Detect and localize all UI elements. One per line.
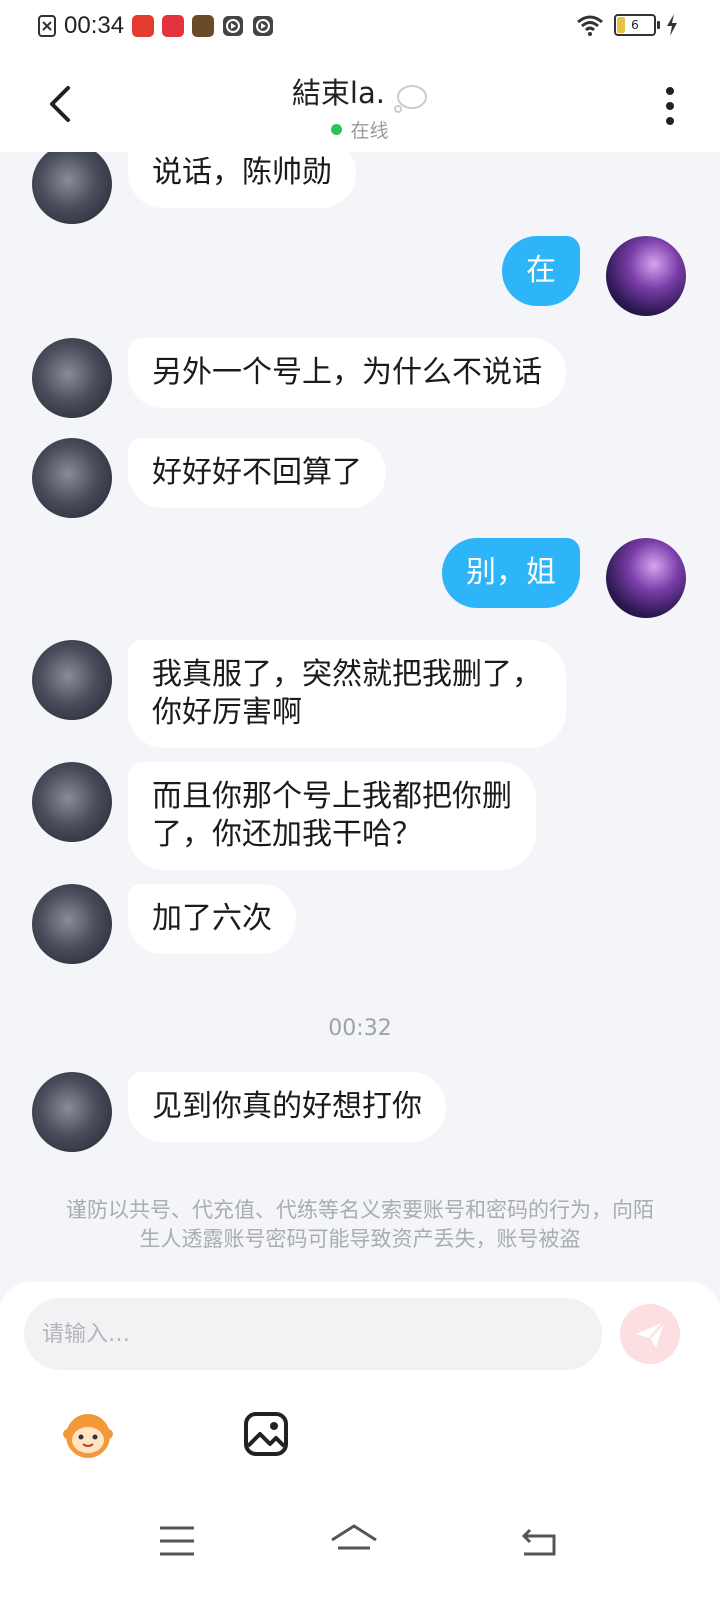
online-dot-icon bbox=[331, 123, 343, 135]
charging-icon bbox=[667, 14, 677, 36]
play-notification-icon bbox=[223, 16, 244, 36]
app-notification-icon bbox=[132, 15, 155, 37]
message-bubble[interactable]: 而且你那个号上我都把你删 了，你还加我干哈？ bbox=[128, 762, 536, 870]
message-bubble[interactable]: 另外一个号上，为什么不说话 bbox=[128, 338, 566, 408]
my-avatar[interactable] bbox=[606, 538, 686, 618]
sim-icon bbox=[38, 15, 56, 37]
security-notice: 谨防以共号、代充值、代练等名义索要账号和密码的行为，向陌生人透露账号密码可能导致… bbox=[66, 1198, 654, 1251]
message-bubble[interactable]: 在 bbox=[502, 236, 580, 306]
contact-avatar[interactable] bbox=[32, 1072, 112, 1152]
presence-label: 在线 bbox=[350, 119, 389, 142]
home-icon[interactable] bbox=[324, 1516, 384, 1566]
contact-name[interactable]: 結束la. bbox=[292, 76, 385, 110]
my-avatar[interactable] bbox=[606, 236, 686, 316]
message-input[interactable] bbox=[24, 1298, 602, 1370]
message-bubble[interactable]: 别，姐 bbox=[442, 538, 580, 608]
message-bubble[interactable]: 好好好不回算了 bbox=[128, 438, 386, 508]
app-notification-icon bbox=[162, 15, 185, 37]
message-bubble[interactable]: 加了六次 bbox=[128, 884, 296, 954]
message-timestamp: 00:32 bbox=[328, 1016, 392, 1041]
thought-bubble-icon bbox=[394, 84, 428, 113]
contact-avatar[interactable] bbox=[32, 338, 112, 418]
presence-status: 在线 bbox=[0, 116, 720, 143]
contact-avatar[interactable] bbox=[32, 438, 112, 518]
status-bar: 00:34 6 bbox=[0, 0, 720, 56]
message-bubble[interactable]: 我真服了，突然就把我删了， 你好厉害啊 bbox=[128, 640, 566, 748]
message-bubble[interactable]: 见到你真的好想打你 bbox=[128, 1072, 446, 1142]
contact-avatar[interactable] bbox=[32, 884, 112, 964]
app-notification-icon bbox=[192, 15, 215, 37]
more-options-icon[interactable] bbox=[664, 86, 676, 126]
battery-level: 6 bbox=[631, 18, 639, 32]
send-icon bbox=[636, 1321, 665, 1348]
contact-avatar[interactable] bbox=[32, 762, 112, 842]
back-nav-icon[interactable] bbox=[510, 1516, 570, 1566]
system-nav-bar bbox=[0, 1486, 720, 1600]
play-notification-icon bbox=[253, 16, 274, 36]
message-list[interactable]: 说话，陈帅勋 在 另外一个号上，为什么不说话 好好好不回算了 别，姐 我真服了，… bbox=[0, 152, 720, 1312]
image-picker-icon[interactable] bbox=[236, 1404, 296, 1464]
emoji-sticker-icon[interactable] bbox=[58, 1404, 118, 1464]
send-button[interactable] bbox=[620, 1304, 680, 1364]
contact-avatar[interactable] bbox=[32, 152, 112, 224]
menu-icon[interactable] bbox=[148, 1516, 208, 1566]
chat-header: 結束la. 在线 bbox=[0, 56, 720, 152]
status-time: 00:34 bbox=[64, 12, 125, 39]
message-bubble[interactable]: 说话，陈帅勋 bbox=[128, 152, 356, 208]
wifi-icon bbox=[577, 15, 603, 36]
contact-avatar[interactable] bbox=[32, 640, 112, 720]
battery-icon: 6 bbox=[614, 14, 660, 36]
